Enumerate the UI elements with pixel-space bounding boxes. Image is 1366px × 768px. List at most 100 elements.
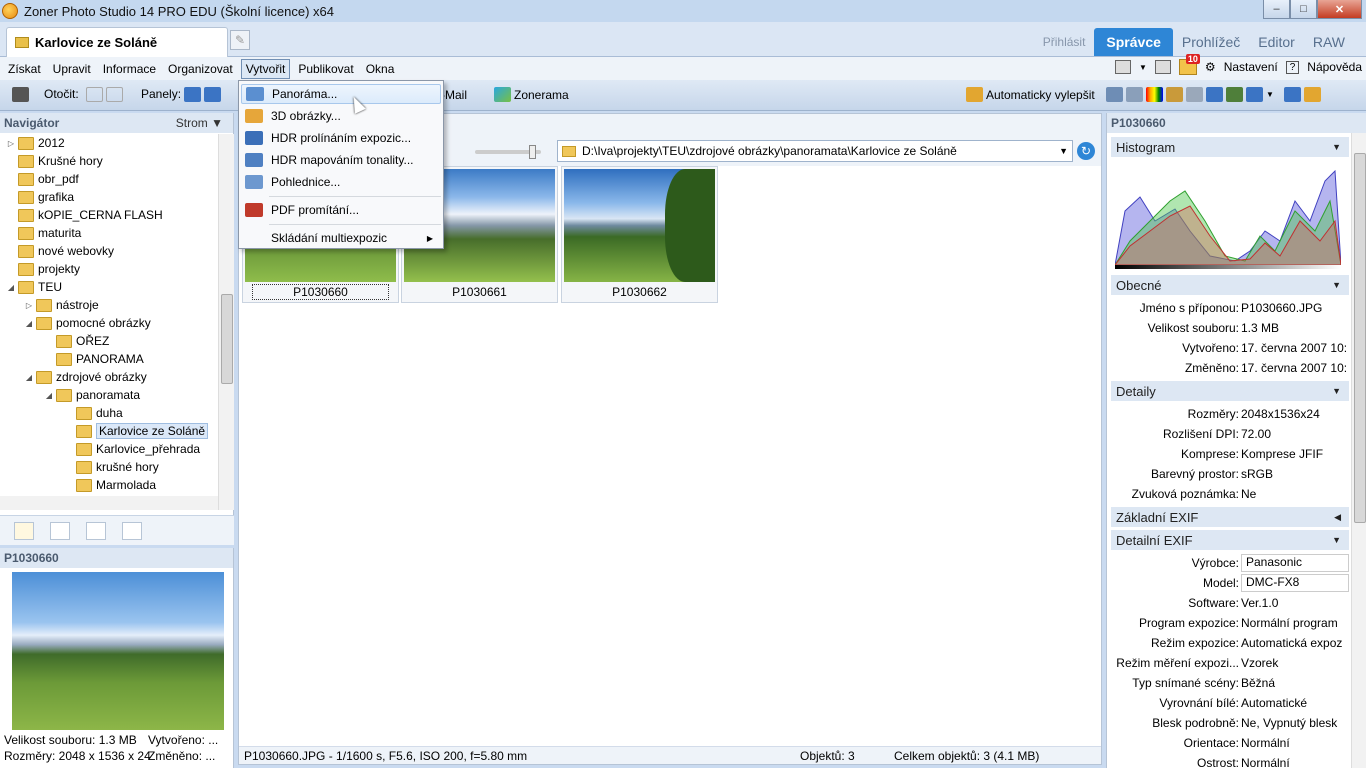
tree-item[interactable]: nové webovky xyxy=(6,242,114,260)
mode-raw[interactable]: RAW xyxy=(1304,29,1354,55)
tree-item[interactable]: OŘEZ xyxy=(44,332,109,350)
monitor-icon[interactable] xyxy=(1115,60,1131,74)
thumbnail-size-slider[interactable] xyxy=(475,145,541,159)
tree-item[interactable]: Karlovice_přehrada xyxy=(64,440,200,458)
import-icon[interactable] xyxy=(1154,60,1171,74)
tree-item[interactable]: kOPIE_CERNA FLASH xyxy=(6,206,163,224)
image-icon[interactable] xyxy=(1226,87,1243,102)
menu-item-panorama[interactable]: Panoráma... xyxy=(241,84,441,104)
auto-enhance-button[interactable]: Automaticky vylepšit xyxy=(966,87,1095,102)
folders-view-icon[interactable] xyxy=(14,522,34,540)
tree-item[interactable]: duha xyxy=(64,404,123,422)
slider-knob[interactable] xyxy=(529,145,536,159)
tree-item[interactable]: obr_pdf xyxy=(6,170,79,188)
new-tab-button[interactable]: ✎ xyxy=(230,30,250,50)
section-details[interactable]: Detaily ▼ xyxy=(1111,381,1349,401)
color-icon[interactable] xyxy=(1146,87,1163,102)
chevron-down-icon[interactable]: ▼ xyxy=(1059,146,1068,156)
camera-button[interactable] xyxy=(12,87,32,102)
mode-viewer[interactable]: Prohlížeč xyxy=(1173,29,1249,55)
tree-expander-icon[interactable]: ◢ xyxy=(24,319,34,328)
gear-icon[interactable]: ⚙ xyxy=(1205,60,1216,74)
mode-manager[interactable]: Správce xyxy=(1094,28,1173,56)
chevron-down-icon[interactable]: ▼ xyxy=(1266,90,1274,99)
help-button[interactable]: Nápověda xyxy=(1307,60,1362,74)
tree-horizontal-scrollbar[interactable] xyxy=(0,496,218,510)
menu-item-pdf[interactable]: PDF promítání... xyxy=(241,200,441,220)
tree-item[interactable]: grafika xyxy=(6,188,74,206)
menu-organize[interactable]: Organizovat xyxy=(164,60,237,78)
menu-item-postcard[interactable]: Pohlednice... xyxy=(241,172,441,192)
catalog-view-icon[interactable] xyxy=(86,522,106,540)
tree-expander-icon[interactable]: ◢ xyxy=(6,283,16,292)
info-key: Režim expozice: xyxy=(1150,636,1239,650)
section-detail-exif[interactable]: Detailní EXIF ▼ xyxy=(1111,530,1349,550)
tree-item[interactable]: ◢ zdrojové obrázky xyxy=(24,368,147,386)
menu-get[interactable]: Získat xyxy=(4,60,45,78)
login-link[interactable]: Přihlásit xyxy=(1034,30,1095,54)
zoom-in-icon[interactable] xyxy=(1283,87,1301,102)
tree-item[interactable]: maturita xyxy=(6,224,81,242)
thumbnail[interactable]: P1030662 xyxy=(561,166,718,303)
notifications-icon[interactable]: 10 xyxy=(1178,54,1200,75)
navigator-view-select[interactable]: Strom ▼ xyxy=(176,116,223,130)
menu-item-hdr-blend[interactable]: HDR prolínáním expozic... xyxy=(241,128,441,148)
menu-create[interactable]: Vytvořit xyxy=(240,58,291,79)
tree-item[interactable]: krušné hory xyxy=(64,458,159,476)
albums-view-icon[interactable] xyxy=(50,522,70,540)
rotate-right-icon[interactable] xyxy=(106,87,123,102)
settings-button[interactable]: Nastavení xyxy=(1224,60,1278,74)
tree-item[interactable]: Karlovice ze Soláně xyxy=(64,422,209,440)
menu-item-multiexposure[interactable]: Skládání multiexpozic ▶ xyxy=(241,228,441,248)
levels-icon[interactable] xyxy=(1106,87,1123,102)
section-histogram[interactable]: Histogram ▼ xyxy=(1111,137,1349,157)
close-button[interactable]: ✕ xyxy=(1317,0,1362,19)
search-view-icon[interactable] xyxy=(122,522,142,540)
tree-item[interactable]: ▷ nástroje xyxy=(24,296,99,314)
panel-left-icon[interactable] xyxy=(184,87,201,102)
minimize-button[interactable]: – xyxy=(1263,0,1290,19)
maximize-button[interactable]: □ xyxy=(1290,0,1317,19)
path-bar[interactable]: D:\Iva\projekty\TEU\zdrojové obrázky\pan… xyxy=(557,140,1073,162)
tree-item[interactable]: ◢ pomocné obrázky xyxy=(24,314,151,332)
batch-icon[interactable] xyxy=(1246,87,1263,102)
section-basic-exif[interactable]: Základní EXIF ◀ xyxy=(1111,507,1349,527)
menu-item-hdr-tonemap[interactable]: HDR mapováním tonality... xyxy=(241,150,441,170)
menu-info[interactable]: Informace xyxy=(99,60,160,78)
info-value[interactable]: DMC-FX8 xyxy=(1241,574,1349,592)
refresh-icon[interactable]: ↻ xyxy=(1077,142,1095,160)
tree-item[interactable]: ▷ 2012 xyxy=(6,134,65,152)
tree-item[interactable]: PANORAMA xyxy=(44,350,144,368)
curves-icon[interactable] xyxy=(1126,87,1143,102)
menu-windows[interactable]: Okna xyxy=(362,60,399,78)
tree-item[interactable]: Marmolada xyxy=(64,476,156,494)
triangle-icon[interactable] xyxy=(1186,87,1203,102)
rotate-left-icon[interactable] xyxy=(86,87,103,102)
scrollbar-thumb[interactable] xyxy=(221,294,233,384)
info-panel-scrollbar[interactable] xyxy=(1351,133,1366,768)
tree-item[interactable]: ◢ TEU xyxy=(6,278,62,296)
scrollbar-thumb[interactable] xyxy=(1354,153,1366,523)
menu-item-3d[interactable]: 3D obrázky... xyxy=(241,106,441,126)
document-tab[interactable]: Karlovice ze Soláně xyxy=(6,27,228,57)
panel-right-icon[interactable] xyxy=(204,87,221,102)
tree-expander-icon[interactable]: ▷ xyxy=(6,139,16,148)
tree-scrollbar[interactable] xyxy=(218,134,234,510)
chevron-down-icon[interactable]: ▼ xyxy=(1139,63,1147,72)
mode-editor[interactable]: Editor xyxy=(1249,29,1304,55)
tree-item[interactable]: Krušné hory xyxy=(6,152,103,170)
tree-expander-icon[interactable]: ◢ xyxy=(44,391,54,400)
resize-icon[interactable] xyxy=(1206,87,1223,102)
tree-expander-icon[interactable]: ◢ xyxy=(24,373,34,382)
info-value[interactable]: Panasonic xyxy=(1241,554,1349,572)
sharpen-icon[interactable] xyxy=(1166,87,1183,102)
section-general[interactable]: Obecné ▼ xyxy=(1111,275,1349,295)
tree-expander-icon[interactable]: ▷ xyxy=(24,301,34,310)
zoom-out-icon[interactable] xyxy=(1303,87,1321,102)
help-icon[interactable]: ? xyxy=(1285,60,1300,74)
menu-edit[interactable]: Upravit xyxy=(49,60,95,78)
zonerama-button[interactable]: Zonerama xyxy=(494,87,569,102)
tree-item[interactable]: ◢ panoramata xyxy=(44,386,140,404)
menu-publish[interactable]: Publikovat xyxy=(294,60,357,78)
tree-item[interactable]: projekty xyxy=(6,260,80,278)
